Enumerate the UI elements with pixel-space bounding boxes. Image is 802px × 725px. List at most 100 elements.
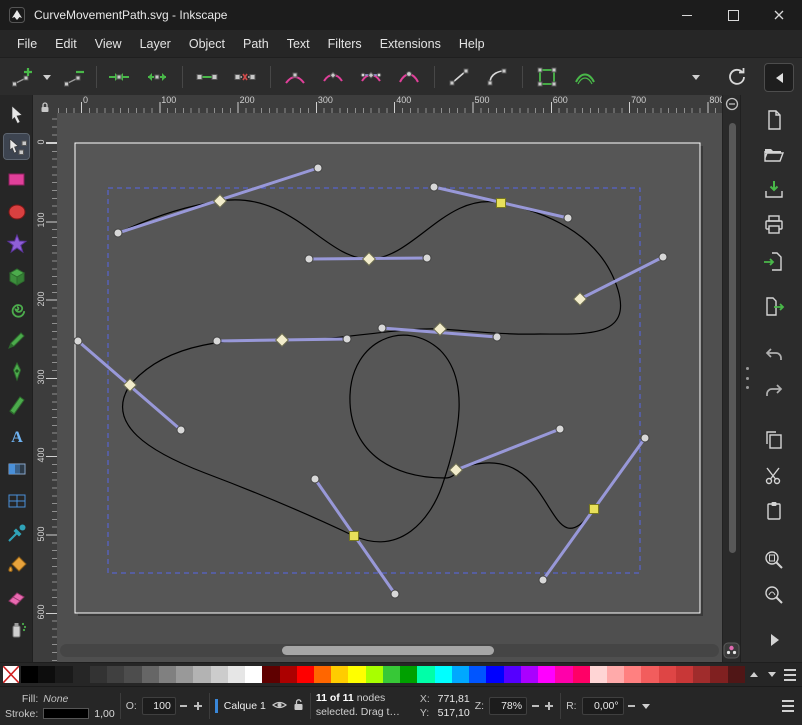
palette-swatch[interactable] — [331, 666, 348, 683]
palette-swatch[interactable] — [710, 666, 727, 683]
palette-swatch[interactable] — [538, 666, 555, 683]
palette-swatch[interactable] — [728, 666, 745, 683]
palette-swatch[interactable] — [245, 666, 262, 683]
import-button[interactable] — [761, 249, 787, 275]
collapse-panel-button[interactable] — [764, 63, 794, 92]
line-segment-button[interactable] — [446, 64, 472, 90]
layer-name[interactable]: Calque 1 — [224, 700, 266, 712]
menu-path[interactable]: Path — [234, 33, 278, 55]
palette-scroll-up[interactable] — [745, 666, 763, 684]
palette-swatch[interactable] — [193, 666, 210, 683]
palette-menu-button[interactable] — [781, 666, 799, 684]
show-transform-handles-button[interactable] — [724, 64, 750, 90]
statusbar-menu-button[interactable] — [779, 697, 797, 715]
control-handle[interactable] — [641, 434, 649, 442]
delete-node-button[interactable] — [62, 64, 88, 90]
control-handle[interactable] — [430, 183, 438, 191]
palette-swatch[interactable] — [142, 666, 159, 683]
control-handle[interactable] — [539, 576, 547, 584]
palette-swatch[interactable] — [624, 666, 641, 683]
control-handle[interactable] — [659, 253, 667, 261]
palette-swatch[interactable] — [435, 666, 452, 683]
stroke-swatch[interactable] — [43, 708, 89, 719]
delete-segment-button[interactable] — [232, 64, 258, 90]
redo-button[interactable] — [761, 379, 787, 405]
zoom-field[interactable]: 78% — [489, 697, 527, 715]
corner-node-button[interactable] — [282, 64, 308, 90]
palette-swatch[interactable] — [366, 666, 383, 683]
open-document-button[interactable] — [761, 142, 787, 168]
print-button[interactable] — [761, 212, 787, 238]
close-button[interactable] — [756, 0, 802, 30]
horizontal-scrollbar-thumb[interactable] — [282, 646, 494, 655]
fill-value[interactable]: None — [43, 693, 114, 705]
drawing-svg[interactable] — [57, 113, 722, 662]
palette-swatch[interactable] — [555, 666, 572, 683]
palette-swatch[interactable] — [90, 666, 107, 683]
control-handle[interactable] — [391, 590, 399, 598]
menu-text[interactable]: Text — [278, 33, 319, 55]
menu-object[interactable]: Object — [180, 33, 234, 55]
eraser-tool[interactable] — [4, 584, 29, 609]
calligraphy-tool[interactable] — [4, 391, 29, 416]
control-handle[interactable] — [213, 337, 221, 345]
symmetric-node-button[interactable] — [358, 64, 384, 90]
palette-swatch[interactable] — [314, 666, 331, 683]
layer-visibility-toggle[interactable] — [272, 699, 287, 714]
fill-stroke-indicator[interactable]: Fill: None Stroke: 1,00 — [5, 693, 115, 720]
cut-button[interactable] — [761, 463, 787, 489]
palette-swatch[interactable] — [228, 666, 245, 683]
vertical-ruler[interactable]: 0100200300400500600 — [33, 113, 57, 662]
gradient-tool[interactable] — [4, 456, 29, 481]
vertical-scrollbar-thumb[interactable] — [729, 123, 736, 553]
join-nodes-button[interactable] — [106, 64, 132, 90]
path-node-square[interactable] — [590, 505, 599, 514]
paint-bucket-tool[interactable] — [4, 552, 29, 577]
spray-tool[interactable] — [4, 616, 29, 641]
control-handle[interactable] — [314, 164, 322, 172]
spiral-tool[interactable] — [4, 295, 29, 320]
stroke-width-value[interactable]: 1,00 — [94, 708, 114, 720]
menu-view[interactable]: View — [86, 33, 131, 55]
control-handle[interactable] — [311, 475, 319, 483]
paste-button[interactable] — [761, 498, 787, 524]
pencil-tool[interactable] — [4, 327, 29, 352]
control-handle[interactable] — [378, 324, 386, 332]
palette-swatch[interactable] — [573, 666, 590, 683]
palette-swatch[interactable] — [521, 666, 538, 683]
palette-swatch[interactable] — [124, 666, 141, 683]
cms-adjust-toggle[interactable] — [724, 96, 740, 117]
smooth-node-button[interactable] — [320, 64, 346, 90]
path-node-square[interactable] — [497, 199, 506, 208]
palette-swatch[interactable] — [21, 666, 38, 683]
curve-segment-button[interactable] — [484, 64, 510, 90]
control-handle[interactable] — [423, 254, 431, 262]
palette-swatch[interactable] — [590, 666, 607, 683]
palette-swatch[interactable] — [693, 666, 710, 683]
canvas[interactable] — [57, 113, 722, 662]
palette-swatch[interactable] — [400, 666, 417, 683]
object-to-path-button[interactable] — [534, 64, 560, 90]
rotation-options-button[interactable] — [640, 697, 652, 715]
palette-swatch[interactable] — [486, 666, 503, 683]
ruler-corner[interactable] — [33, 95, 57, 113]
palette-swatch[interactable] — [159, 666, 176, 683]
palette-swatch[interactable] — [452, 666, 469, 683]
expand-panel-button[interactable] — [761, 627, 787, 653]
selector-tool[interactable] — [4, 102, 29, 127]
menu-edit[interactable]: Edit — [46, 33, 86, 55]
menu-extensions[interactable]: Extensions — [371, 33, 450, 55]
zoom-drawing-button[interactable] — [761, 582, 787, 608]
control-handle[interactable] — [556, 425, 564, 433]
break-nodes-button[interactable] — [144, 64, 170, 90]
palette-swatch[interactable] — [297, 666, 314, 683]
save-document-button[interactable] — [761, 177, 787, 203]
star-tool[interactable] — [4, 231, 29, 256]
export-button[interactable] — [761, 294, 787, 320]
palette-swatch[interactable] — [607, 666, 624, 683]
auto-smooth-node-button[interactable] — [396, 64, 422, 90]
layer-lock-toggle[interactable] — [293, 698, 305, 714]
zoom-page-button[interactable] — [761, 547, 787, 573]
menu-layer[interactable]: Layer — [131, 33, 180, 55]
palette-swatch[interactable] — [659, 666, 676, 683]
